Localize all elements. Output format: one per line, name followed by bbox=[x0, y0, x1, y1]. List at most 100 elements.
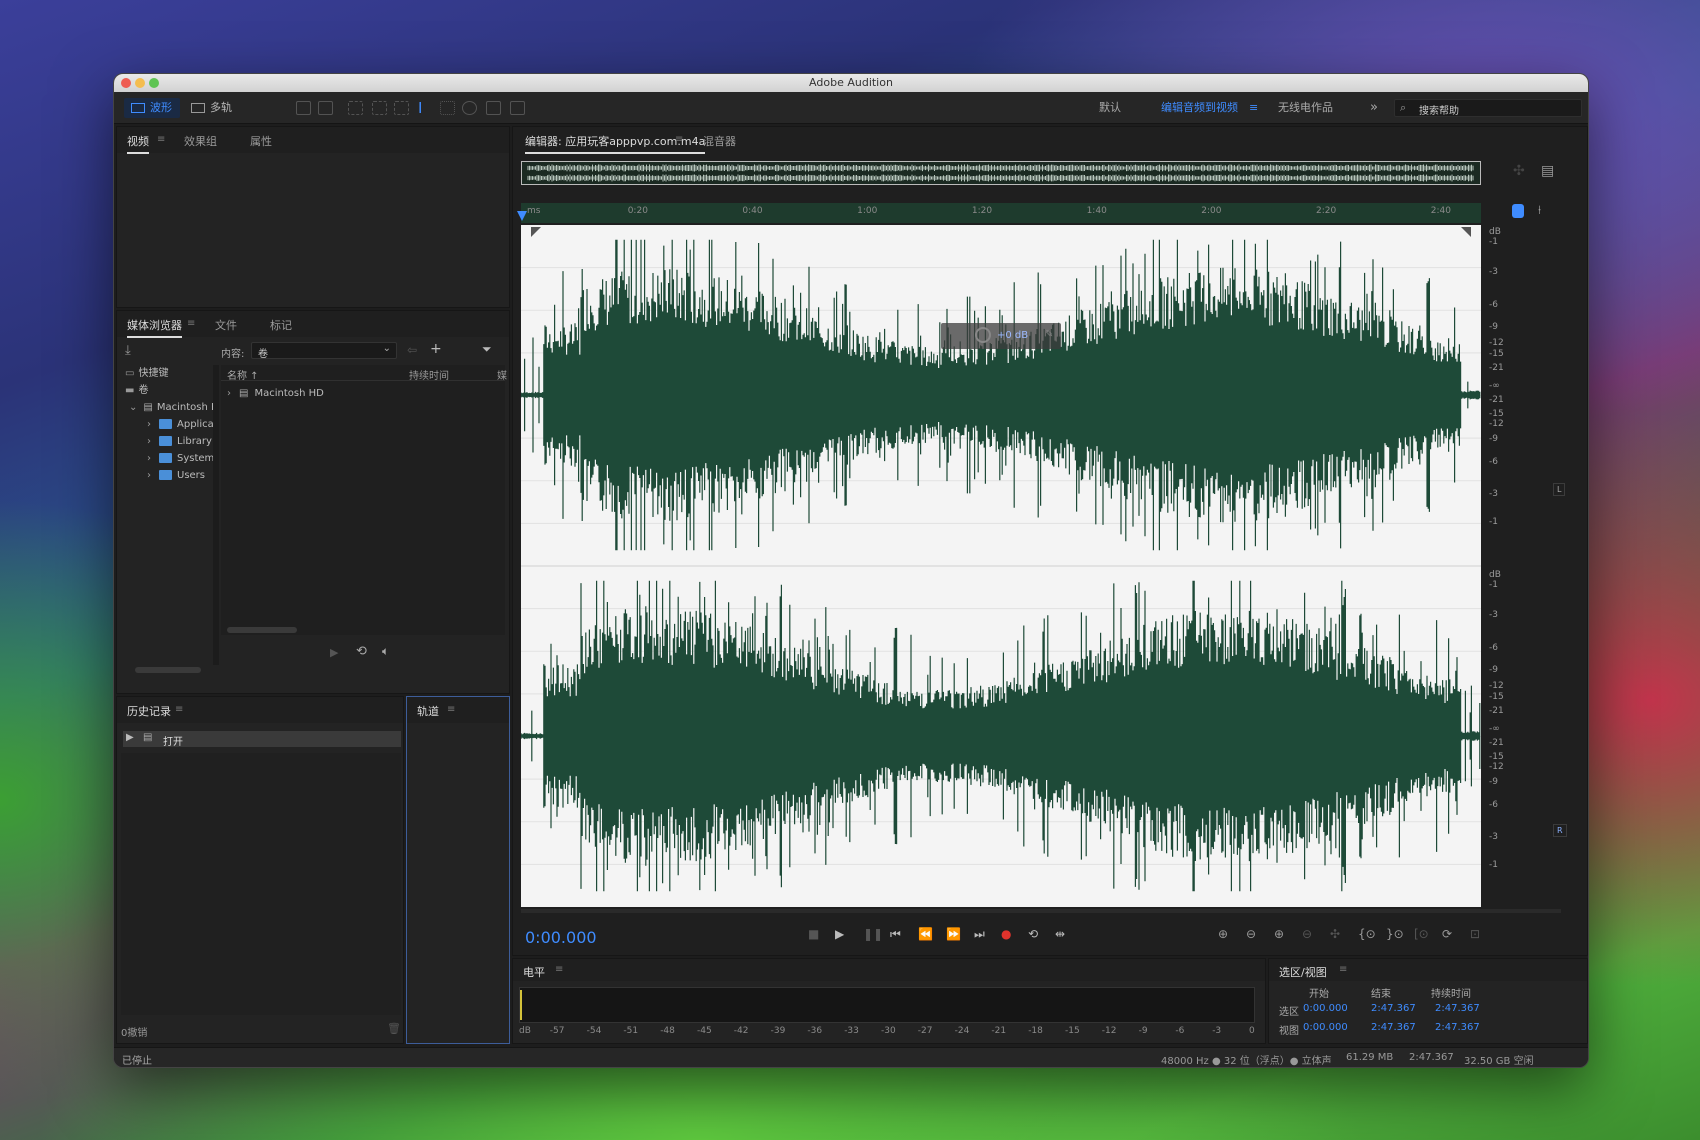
tree-item-applications[interactable]: › Applica bbox=[147, 416, 214, 433]
file-row-macintosh-hd[interactable]: › ▤ Macintosh HD bbox=[227, 385, 324, 402]
brush-tool-icon[interactable] bbox=[486, 101, 501, 115]
tree-splitter[interactable] bbox=[213, 365, 219, 665]
tree-item-macintosh-hd[interactable]: ⌄ ▤ Macintosh H bbox=[129, 399, 219, 416]
panel-menu-icon[interactable]: ≡ bbox=[187, 318, 195, 329]
zoom-navigator-icon[interactable]: ✣ bbox=[1513, 163, 1525, 179]
tab-files[interactable]: 文件 bbox=[215, 317, 237, 333]
spot-healing-tool-icon[interactable] bbox=[510, 101, 525, 115]
import-icon[interactable]: ⤓ bbox=[125, 343, 131, 358]
panel-menu-icon[interactable]: ≡ bbox=[555, 964, 563, 975]
record-button[interactable]: ● bbox=[1001, 927, 1011, 941]
horizontal-scrollbar[interactable] bbox=[521, 909, 1561, 913]
selection-end[interactable]: 2:47.367 bbox=[1371, 1003, 1416, 1014]
zoom-out-amplitude-icon[interactable]: ⊖ bbox=[1246, 927, 1256, 941]
channel-right-label[interactable]: R bbox=[1553, 824, 1567, 837]
workspace-radio-production[interactable]: 无线电作品 bbox=[1278, 92, 1333, 124]
add-shortcut-icon[interactable]: + bbox=[430, 341, 442, 357]
fast-forward-button[interactable]: ⏩ bbox=[946, 927, 961, 941]
tree-item-shortcuts[interactable]: ▭ 快捷键 bbox=[125, 365, 168, 382]
layout-icon[interactable]: ▤ bbox=[1541, 163, 1554, 179]
slip-tool-icon[interactable] bbox=[394, 101, 409, 115]
waveform-display[interactable]: +0 dB ✎ bbox=[520, 225, 1481, 907]
minimize-window-button[interactable] bbox=[135, 78, 145, 88]
view-duration[interactable]: 2:47.367 bbox=[1435, 1022, 1480, 1033]
play-button[interactable]: ▶ bbox=[835, 927, 844, 941]
time-display[interactable]: 0:00.000 bbox=[525, 928, 597, 947]
tree-item-users[interactable]: › Users bbox=[147, 467, 205, 484]
multitrack-view-button[interactable]: 多轨 bbox=[184, 98, 240, 118]
pin-icon[interactable]: ✎ bbox=[1045, 329, 1053, 340]
column-name[interactable]: 名称 ↑ bbox=[227, 367, 259, 382]
razor-tool-icon[interactable] bbox=[372, 101, 387, 115]
zoom-window-button[interactable] bbox=[149, 78, 159, 88]
zoom-selection-icon[interactable]: [⊙ bbox=[1414, 927, 1429, 941]
snap-icon[interactable] bbox=[1512, 204, 1524, 218]
time-ruler[interactable]: ms 0:20 0:40 1:00 1:20 1:40 2:00 2:20 2:40 bbox=[517, 203, 1481, 223]
marquee-tool-icon[interactable] bbox=[440, 101, 455, 115]
pause-button[interactable]: ❚❚ bbox=[863, 927, 883, 941]
tab-mixer[interactable]: 混音器 bbox=[703, 133, 736, 149]
panel-menu-icon[interactable]: ≡ bbox=[675, 134, 683, 145]
channel-left-label[interactable]: L bbox=[1553, 483, 1566, 496]
loop-playback-button[interactable]: ⟲ bbox=[1028, 927, 1038, 941]
column-media[interactable]: 媒 bbox=[497, 367, 507, 382]
move-tool-icon[interactable] bbox=[348, 101, 363, 115]
tab-history[interactable]: 历史记录 bbox=[127, 703, 171, 719]
pitch-display-icon[interactable] bbox=[318, 101, 333, 115]
pin-icon[interactable]: ⍿ bbox=[1538, 203, 1541, 218]
panel-menu-icon[interactable]: ≡ bbox=[1339, 964, 1347, 975]
more-workspaces-button[interactable]: » bbox=[1370, 92, 1378, 124]
view-end[interactable]: 2:47.367 bbox=[1371, 1022, 1416, 1033]
play-preview-icon[interactable]: ▶ bbox=[330, 646, 338, 659]
loop-preview-icon[interactable]: ⟲ bbox=[356, 644, 367, 659]
auto-play-icon[interactable]: 🔈︎ bbox=[382, 644, 389, 659]
trash-icon[interactable]: 🗑︎ bbox=[387, 1022, 401, 1035]
tab-effects-rack[interactable]: 效果组 bbox=[184, 133, 217, 149]
reset-zoom-icon[interactable]: ⟳ bbox=[1442, 927, 1452, 941]
skip-to-end-button[interactable]: ⏭ bbox=[974, 927, 985, 942]
zoom-in-point-icon[interactable]: {⊙ bbox=[1358, 927, 1376, 941]
selection-start[interactable]: 0:00.000 bbox=[1303, 1003, 1348, 1014]
skip-selection-button[interactable]: ⇹ bbox=[1055, 927, 1065, 941]
workspace-edit-audio-to-video[interactable]: 编辑音频到视频 bbox=[1161, 92, 1238, 124]
gain-knob-icon[interactable] bbox=[975, 327, 991, 343]
time-selection-tool-icon[interactable]: I bbox=[418, 99, 422, 117]
zoom-to-selection-icon[interactable]: ⊡ bbox=[1470, 927, 1480, 941]
skip-to-start-button[interactable]: ⏮ bbox=[890, 927, 901, 942]
workspace-default[interactable]: 默认 bbox=[1099, 92, 1121, 124]
content-dropdown[interactable]: 卷 ⌄ bbox=[251, 342, 397, 360]
stop-button[interactable]: ■ bbox=[808, 927, 819, 941]
tab-levels[interactable]: 电平 bbox=[523, 964, 545, 980]
zoom-out-point-icon[interactable]: }⊙ bbox=[1386, 927, 1404, 941]
workspace-menu-icon[interactable]: ≡ bbox=[1249, 92, 1258, 124]
back-arrow-icon[interactable]: ⇦ bbox=[407, 343, 417, 357]
playhead-marker[interactable] bbox=[517, 211, 527, 221]
tab-properties[interactable]: 属性 bbox=[250, 133, 272, 149]
tree-item-volumes[interactable]: ▬ 卷 bbox=[125, 382, 148, 399]
zoom-out-full-icon[interactable]: ✣ bbox=[1330, 927, 1340, 941]
filter-icon[interactable]: ⏷ bbox=[482, 342, 492, 357]
view-start[interactable]: 0:00.000 bbox=[1303, 1022, 1348, 1033]
tab-video[interactable]: 视频 bbox=[127, 133, 149, 154]
tree-scrollbar[interactable] bbox=[135, 667, 201, 673]
close-window-button[interactable] bbox=[121, 78, 131, 88]
search-help-field[interactable]: ⌕ 搜索帮助 bbox=[1394, 99, 1582, 117]
zoom-in-amplitude-icon[interactable]: ⊕ bbox=[1218, 927, 1228, 941]
tree-item-system[interactable]: › System bbox=[147, 450, 214, 467]
tab-tracks[interactable]: 轨道 bbox=[417, 703, 439, 719]
lasso-tool-icon[interactable] bbox=[462, 101, 477, 115]
tree-item-library[interactable]: › Library bbox=[147, 433, 212, 450]
spectral-display-icon[interactable] bbox=[296, 101, 311, 115]
tab-selection-view[interactable]: 选区/视图 bbox=[1279, 964, 1327, 980]
waveform-view-button[interactable]: 波形 bbox=[124, 98, 180, 118]
column-duration[interactable]: 持续时间 bbox=[409, 367, 449, 382]
zoom-in-time-icon[interactable]: ⊕ bbox=[1274, 927, 1284, 941]
history-item[interactable]: ▶ ▤ 打开 bbox=[123, 731, 401, 748]
selection-duration[interactable]: 2:47.367 bbox=[1435, 1003, 1480, 1014]
panel-menu-icon[interactable]: ≡ bbox=[447, 704, 455, 715]
gain-hud[interactable]: +0 dB ✎ bbox=[941, 323, 1061, 349]
panel-menu-icon[interactable]: ≡ bbox=[157, 134, 165, 145]
file-list-scrollbar[interactable] bbox=[227, 627, 297, 633]
zoom-out-time-icon[interactable]: ⊖ bbox=[1302, 927, 1312, 941]
overview-navigator[interactable] bbox=[521, 161, 1481, 185]
